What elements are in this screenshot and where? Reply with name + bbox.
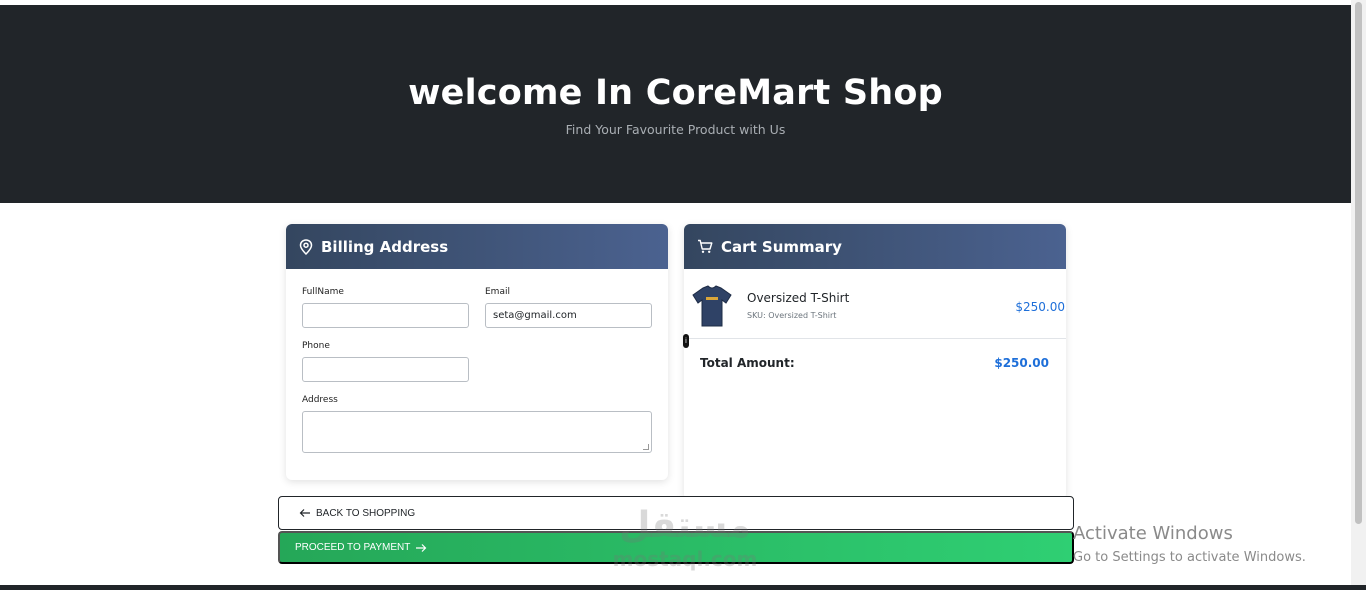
total-amount-label: Total Amount: — [700, 356, 795, 370]
cart-summary-card: Cart Summary Oversized T-Shirt SKU: Over… — [684, 224, 1066, 500]
cart-item-sku: SKU: Oversized T-Shirt — [747, 311, 837, 320]
vertical-scrollbar[interactable] — [1351, 0, 1366, 590]
billing-card-header: Billing Address — [286, 224, 668, 269]
phone-input[interactable] — [302, 357, 469, 382]
cart-card-header: Cart Summary — [684, 224, 1066, 269]
page-title: welcome In CoreMart Shop — [408, 73, 943, 113]
billing-card-title: Billing Address — [321, 237, 449, 256]
page-subtitle: Find Your Favourite Product with Us — [565, 122, 786, 137]
address-label: Address — [302, 395, 338, 405]
fullname-label: FullName — [302, 287, 344, 297]
email-label: Email — [485, 287, 510, 297]
fullname-input[interactable] — [302, 303, 469, 328]
watermark-latin-text: mostaql.com — [612, 547, 758, 571]
activate-windows-subtitle: Go to Settings to activate Windows. — [1073, 550, 1306, 565]
cart-item-price: $250.00 — [1015, 300, 1065, 314]
cart-card-title: Cart Summary — [721, 237, 842, 256]
arrow-right-icon — [416, 543, 427, 552]
mostaql-watermark: مستقل mostaql.com — [600, 505, 770, 580]
email-input[interactable] — [485, 303, 652, 328]
activate-windows-title: Activate Windows — [1073, 523, 1233, 544]
phone-label: Phone — [302, 341, 330, 351]
watermark-arabic-text: مستقل — [619, 505, 751, 546]
resize-handle-icon[interactable] — [643, 444, 649, 450]
arrow-left-icon — [299, 509, 310, 517]
address-textarea[interactable] — [302, 411, 652, 453]
info-handle-icon[interactable]: i — [683, 334, 689, 348]
shopping-cart-icon — [698, 239, 713, 253]
back-to-shopping-label: BACK TO SHOPPING — [316, 507, 416, 519]
cart-item-name: Oversized T-Shirt — [747, 291, 850, 305]
scrollbar-thumb[interactable] — [1355, 2, 1362, 524]
activate-windows-notice: Activate Windows Go to Settings to activ… — [1073, 523, 1306, 565]
proceed-to-payment-label: PROCEED TO PAYMENT — [295, 542, 411, 553]
billing-address-card: Billing Address FullName Email Phone Add… — [286, 224, 668, 480]
total-amount-value: $250.00 — [994, 356, 1049, 370]
map-pin-icon — [299, 238, 313, 255]
tshirt-product-image — [692, 285, 732, 327]
cart-divider — [684, 338, 1066, 339]
hero-banner: welcome In CoreMart Shop Find Your Favou… — [0, 5, 1351, 203]
footer-edge — [0, 585, 1366, 590]
